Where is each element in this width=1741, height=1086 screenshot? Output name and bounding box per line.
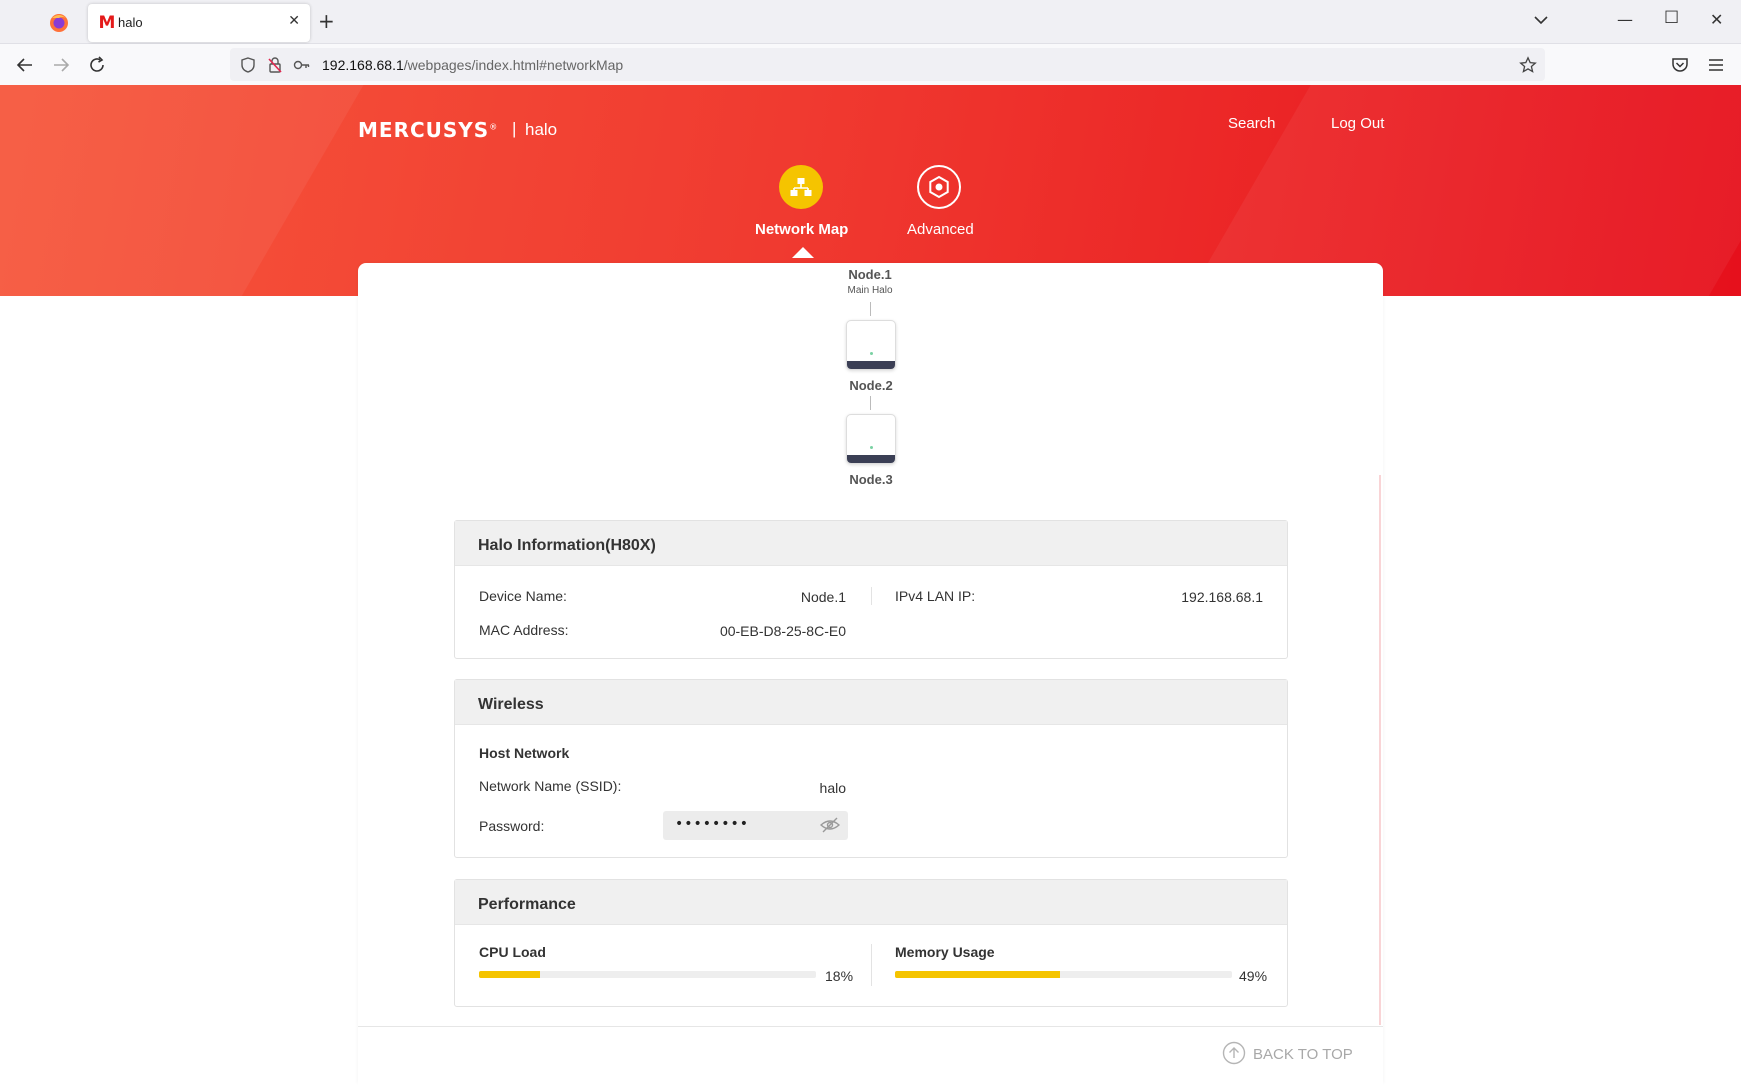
status-led [870,352,873,355]
mercusys-logo: MERCUSYS® [358,118,498,142]
network-map-icon[interactable] [779,165,823,209]
url-path: /webpages/index.html#networkMap [403,57,624,73]
host-network-heading: Host Network [479,745,570,761]
browser-tab-bar: M halo ✕ + — ☐ ✕ [0,0,1741,44]
tab-close-icon[interactable]: ✕ [288,13,300,29]
page-scrollbar[interactable] [1379,475,1381,1025]
reload-icon[interactable] [86,54,108,76]
list-all-tabs-icon[interactable] [1532,11,1550,29]
nav-tab-network-map[interactable]: Network Map [755,221,848,238]
tab-title: halo [118,15,143,30]
tracking-protection-shield-icon[interactable] [239,56,257,74]
search-link[interactable]: Search [1228,115,1276,132]
url-bar[interactable]: 192.168.68.1/webpages/index.html#network… [230,48,1545,81]
performance-panel: Performance CPU Load 18% Memory Usage 49… [454,879,1288,1007]
node-3-device-icon[interactable] [846,414,896,464]
key-icon[interactable] [293,56,311,74]
new-tab-icon[interactable]: + [318,9,335,33]
node-2-name[interactable]: Node.2 [831,378,911,393]
pocket-icon[interactable] [1669,54,1691,76]
banner-decoration [0,85,387,296]
nav-tab-advanced[interactable]: Advanced [907,221,974,238]
memory-usage-value: 49% [1239,968,1268,984]
back-icon[interactable] [14,54,36,76]
node-3-name[interactable]: Node.3 [831,472,911,487]
firefox-icon[interactable] [48,12,70,34]
column-divider [871,944,872,986]
node-connection-line [870,302,871,316]
memory-usage-bar [895,971,1232,978]
browser-nav-bar: 192.168.68.1/webpages/index.html#network… [0,44,1741,85]
column-divider [871,587,872,605]
device-base [847,455,895,463]
bookmark-star-icon[interactable] [1519,56,1537,74]
status-led [870,446,873,449]
device-name-label: Device Name: [479,588,567,604]
cpu-load-bar [479,971,816,978]
memory-usage-bar-fill [895,971,1061,978]
ipv4-lan-ip-value: 192.168.68.1 [1181,589,1263,605]
active-tab-pointer [792,247,814,258]
node-2-device-icon[interactable] [846,320,896,370]
mercusys-favicon-icon: M [98,13,116,33]
password-value: •••••••• [675,816,750,832]
maximize-window-icon[interactable]: ☐ [1664,8,1679,28]
advanced-gear-icon[interactable] [917,165,961,209]
brand-mark: ® [489,122,499,132]
url-text[interactable]: 192.168.68.1/webpages/index.html#network… [322,57,623,73]
password-label: Password: [479,818,545,834]
back-to-top-link[interactable]: BACK TO TOP [1253,1046,1353,1063]
logout-link[interactable]: Log Out [1331,115,1384,132]
device-name-value: Node.1 [800,589,846,605]
wireless-title: Wireless [455,680,1287,725]
node-1-role: Main Halo [847,285,893,296]
node-connection-line [870,396,871,410]
performance-title: Performance [455,880,1287,925]
mac-address-value: 00-EB-D8-25-8C-E0 [719,623,846,639]
device-base [847,361,895,369]
insecure-lock-icon[interactable] [266,56,284,74]
halo-information-title: Halo Information(H80X) [455,521,1287,566]
cpu-load-value: 18% [825,968,854,984]
minimize-window-icon[interactable]: — [1617,10,1633,29]
browser-tab-active[interactable]: M halo ✕ [88,4,310,42]
halo-information-panel: Halo Information(H80X) Device Name: Node… [454,520,1288,659]
app-menu-icon[interactable] [1705,54,1727,76]
ipv4-lan-ip-label: IPv4 LAN IP: [895,588,976,604]
wireless-panel: Wireless Host Network Network Name (SSID… [454,679,1288,858]
url-host: 192.168.68.1 [322,57,404,73]
cpu-load-bar-fill [479,971,540,978]
ssid-value: halo [819,780,846,796]
ssid-label: Network Name (SSID): [479,778,622,794]
forward-icon[interactable] [50,54,72,76]
close-window-icon[interactable]: ✕ [1710,10,1723,29]
memory-usage-label: Memory Usage [895,944,995,960]
mac-address-label: MAC Address: [479,622,569,638]
device-name-label: halo [525,120,558,139]
eye-slash-icon[interactable] [820,817,840,833]
logo-separator: | [512,119,517,138]
password-field[interactable]: •••••••• [663,811,848,840]
brand-text: MERCUSYS [358,118,490,142]
node-1-name[interactable]: Node.1 [830,267,910,282]
cpu-load-label: CPU Load [479,944,546,960]
back-to-top-arrow-icon[interactable] [1222,1041,1246,1065]
